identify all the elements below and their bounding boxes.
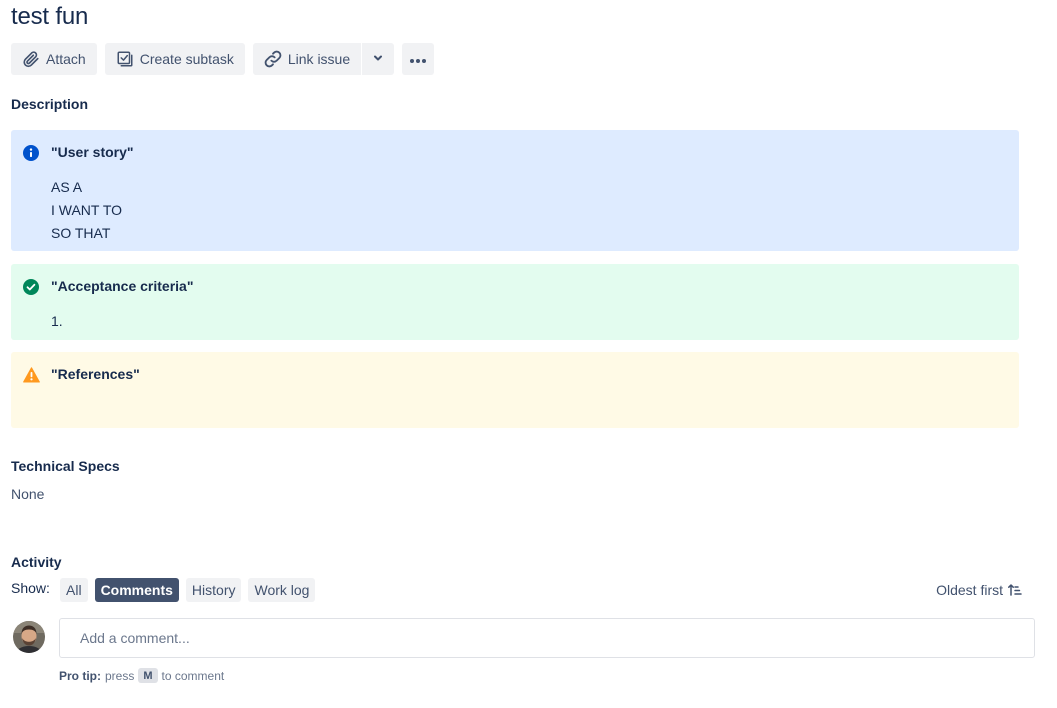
filter-history-button[interactable]: History: [185, 578, 242, 602]
subtask-icon: [115, 49, 135, 69]
panel-heading: "User story": [51, 144, 134, 160]
panel-heading: "References": [51, 366, 140, 382]
link-issue-dropdown-button[interactable]: [361, 43, 395, 75]
filter-work-log-button[interactable]: Work log: [248, 578, 316, 602]
pro-tip: Pro tip: press M to comment: [59, 668, 224, 683]
more-icon: [409, 51, 427, 67]
sort-label: Oldest first: [936, 582, 1003, 598]
attach-label: Attach: [46, 51, 86, 67]
filter-comments-button[interactable]: Comments: [94, 578, 179, 602]
activity-filters: All Comments History Work log: [60, 578, 322, 602]
sort-ascending-icon: [1008, 583, 1022, 597]
link-icon: [263, 49, 283, 69]
more-actions-button[interactable]: [402, 43, 435, 75]
success-panel[interactable]: "Acceptance criteria" 1.: [11, 264, 1019, 340]
avatar: [13, 621, 45, 653]
panel-line: AS A: [51, 179, 83, 195]
info-icon: [23, 145, 39, 161]
paperclip-icon: [21, 49, 41, 69]
warning-icon: [23, 367, 40, 383]
panel-line: 1.: [51, 313, 63, 329]
panel-heading: "Acceptance criteria": [51, 278, 194, 294]
sort-order-button[interactable]: Oldest first: [936, 582, 1022, 598]
create-subtask-button[interactable]: Create subtask: [104, 43, 245, 75]
link-issue-label: Link issue: [287, 51, 351, 67]
add-comment-input[interactable]: Add a comment...: [59, 618, 1035, 658]
warning-panel[interactable]: "References": [11, 352, 1019, 428]
create-subtask-label: Create subtask: [139, 51, 234, 67]
description-label: Description: [11, 96, 89, 112]
pro-tip-suffix: to comment: [161, 668, 225, 683]
pro-tip-press: press: [105, 668, 135, 683]
issue-toolbar: Attach Create subtask Link issue: [11, 43, 442, 75]
technical-specs-label: Technical Specs: [11, 458, 120, 474]
panel-line: I WANT TO: [51, 202, 123, 218]
panel-line: SO THAT: [51, 225, 111, 241]
issue-title[interactable]: test fun: [11, 3, 88, 31]
info-panel[interactable]: "User story" AS A I WANT TO SO THAT: [11, 130, 1019, 251]
show-label: Show:: [11, 580, 50, 596]
attach-button[interactable]: Attach: [11, 43, 97, 75]
link-issue-button[interactable]: Link issue: [252, 43, 362, 75]
filter-all-button[interactable]: All: [60, 578, 88, 602]
chevron-down-icon: [372, 51, 384, 67]
link-issue-split-button: Link issue: [252, 43, 395, 75]
technical-specs-value[interactable]: None: [11, 486, 44, 502]
activity-label: Activity: [11, 554, 62, 570]
check-circle-icon: [23, 279, 39, 295]
shortcut-key: M: [138, 668, 158, 683]
pro-tip-label: Pro tip:: [59, 668, 101, 683]
